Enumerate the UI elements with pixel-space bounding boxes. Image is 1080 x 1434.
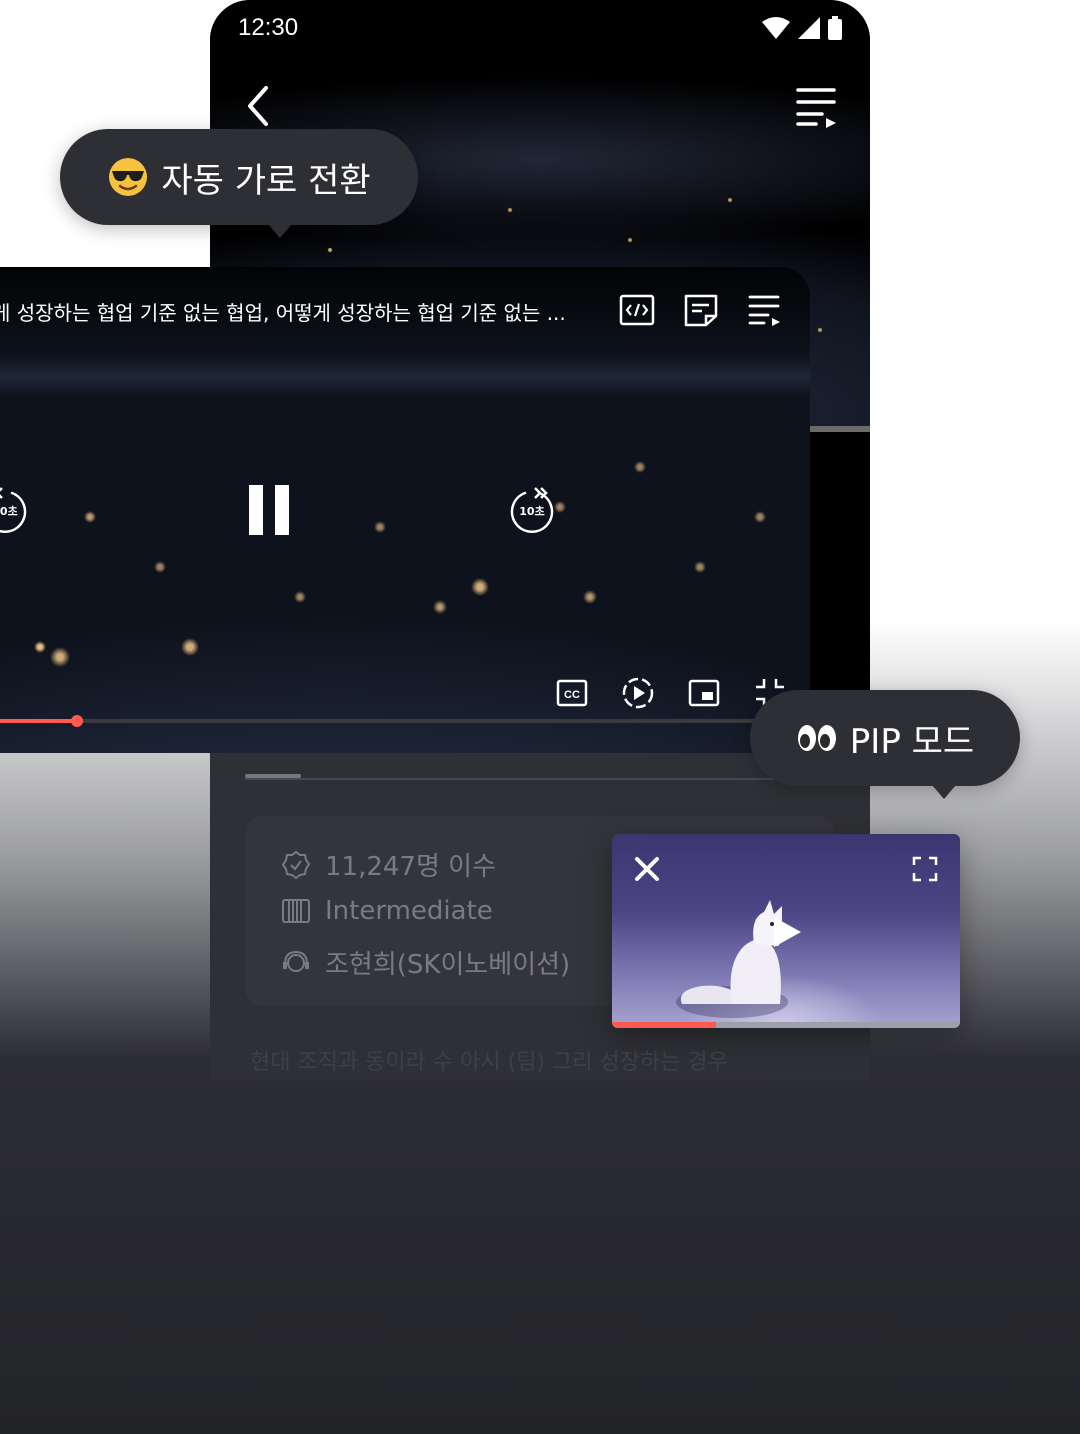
learners-count: 11,247명 이수 <box>325 852 496 882</box>
forward-10s-button[interactable]: 10초 <box>505 485 559 539</box>
chevron-left-icon <box>248 86 268 126</box>
tooltip-tail <box>268 224 292 238</box>
battery-icon <box>828 16 842 40</box>
pause-icon <box>249 485 289 535</box>
sunglasses-emoji-icon <box>109 158 148 196</box>
code-icon <box>619 294 655 326</box>
tooltip-tail <box>932 785 956 799</box>
note-icon <box>684 294 718 327</box>
playlist-icon <box>748 295 780 326</box>
playlist-icon <box>796 88 836 128</box>
cellular-signal-icon <box>798 17 820 39</box>
svg-text:CC: CC <box>564 689 580 701</box>
verified-badge-icon <box>281 850 311 879</box>
rewind-label: 10초 <box>0 505 18 518</box>
wifi-icon <box>762 17 790 39</box>
embed-code-button[interactable] <box>618 291 656 329</box>
instructor-row: 조현희(SK이노베이션) <box>281 944 570 981</box>
status-icons <box>762 16 842 40</box>
progress-scrubber-handle[interactable] <box>70 715 83 727</box>
pip-window[interactable] <box>612 834 960 1028</box>
forward-label: 10초 <box>519 505 545 518</box>
status-bar: 12:30 <box>210 0 870 60</box>
pip-expand-button[interactable] <box>910 854 940 884</box>
playlist-button-landscape[interactable] <box>746 291 784 329</box>
landscape-top-toolbar <box>618 291 784 329</box>
landscape-bottom-toolbar: CC <box>554 675 788 711</box>
pip-mode-label: PIP 모드 <box>849 721 975 762</box>
rewind-10s-button[interactable]: 10초 <box>0 485 32 539</box>
level-label: Intermediate <box>325 896 493 926</box>
auto-rotate-label: 자동 가로 전환 <box>161 160 371 201</box>
playlist-button[interactable] <box>794 84 840 130</box>
pip-progress-fill <box>612 1022 717 1028</box>
level-bars-icon <box>282 899 310 923</box>
pip-progress-track[interactable] <box>612 1022 960 1028</box>
pip-close-button[interactable] <box>632 854 662 884</box>
instructor-name: 조현희(SK이노베이션) <box>325 950 571 980</box>
note-button[interactable] <box>682 291 720 329</box>
level-row: Intermediate <box>281 896 493 926</box>
back-button[interactable] <box>240 82 280 130</box>
description-preview: 현대 조직과 동이라 수 아시 (팀) 그리 성장하는 경우 <box>250 1050 728 1075</box>
picture-in-picture-icon <box>688 679 720 707</box>
tab-indicator <box>245 774 301 778</box>
pip-mode-tooltip: PIP 모드 <box>750 690 1020 799</box>
landscape-player[interactable]: 게 성장하는 협업 기준 없는 협업, 어떻게 성장하는 협업 기준 없는 ..… <box>0 267 810 753</box>
pip-play-button[interactable] <box>768 914 804 950</box>
status-time: 12:30 <box>238 14 299 41</box>
closed-captions-icon: CC <box>556 679 588 707</box>
landscape-progress-fill <box>0 719 77 723</box>
instructor-headset-icon <box>283 950 309 972</box>
tab-divider <box>245 778 835 780</box>
arctic-fox-thumbnail <box>676 900 788 1018</box>
video-title: 게 성장하는 협업 기준 없는 협업, 어떻게 성장하는 협업 기준 없는 ..… <box>0 301 566 325</box>
auto-rotate-tooltip: 자동 가로 전환 <box>60 129 418 238</box>
pause-button[interactable] <box>244 481 296 539</box>
play-icon <box>774 917 801 947</box>
learners-row: 11,247명 이수 <box>281 846 496 883</box>
close-icon <box>635 857 659 881</box>
playback-speed-button[interactable] <box>620 675 656 711</box>
landscape-progress-track[interactable] <box>0 715 810 727</box>
playback-speed-icon <box>622 677 654 709</box>
eyes-emoji-icon <box>797 725 836 751</box>
subtitles-button[interactable]: CC <box>554 675 590 711</box>
expand-fullscreen-icon <box>912 856 938 882</box>
pip-button[interactable] <box>686 675 722 711</box>
